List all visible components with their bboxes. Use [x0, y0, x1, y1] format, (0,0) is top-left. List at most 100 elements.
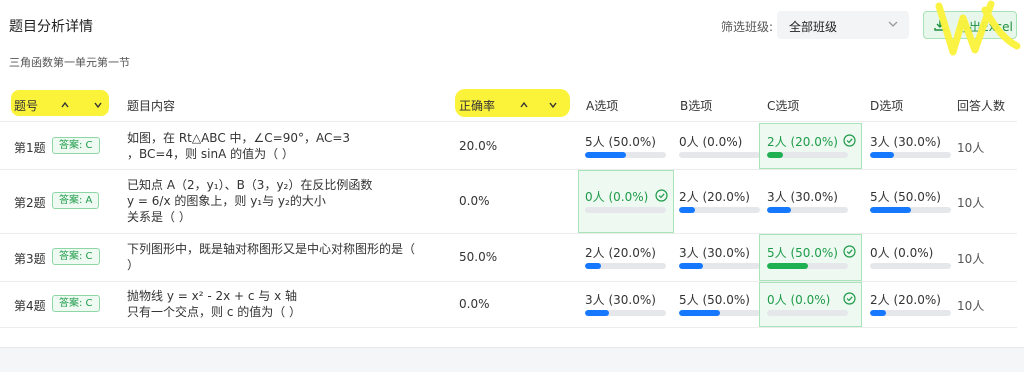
column-header-option-b: B选项: [680, 99, 713, 113]
answer-count: 10人: [957, 196, 985, 210]
progress-fill: [679, 207, 696, 213]
question-content-line: 只有一个交点，则 c 的值为（ ）: [127, 305, 302, 319]
check-circle-icon: [843, 292, 856, 305]
row-divider: [0, 169, 1017, 170]
chevron-down-icon: [888, 21, 898, 27]
check-circle-icon: [655, 189, 668, 202]
answer-badge: 答案: C: [52, 136, 100, 154]
question-content-line: 抛物线 y = x² - 2x + c 与 x 轴: [127, 289, 298, 303]
column-header-option-c: C选项: [767, 99, 800, 113]
column-header-rate[interactable]: 正确率: [459, 97, 495, 114]
option-d-stat: 0人 (0.0%): [870, 246, 934, 260]
chevron-down-icon[interactable]: [548, 100, 558, 110]
option-a-stat: 5人 (50.0%): [585, 134, 656, 149]
option-c-stat: 3人 (30.0%): [767, 190, 838, 204]
progress-fill: [870, 207, 911, 213]
option-c-stat: 0人 (0.0%): [767, 293, 831, 307]
question-number: 第1题: [14, 140, 46, 155]
option-b-progress: [679, 263, 760, 269]
question-number: 第3题: [14, 252, 46, 266]
question-content-line: 已知点 A（2，y₁）、B（3，y₂）在反比例函数: [127, 178, 373, 192]
chevron-up-icon[interactable]: [60, 100, 70, 110]
option-a-progress: [585, 151, 666, 158]
option-b-stat: 5人 (50.0%): [679, 293, 750, 307]
check-circle-icon: [843, 133, 856, 147]
row-divider: [0, 233, 1017, 234]
option-d-stat: 5人 (50.0%): [870, 190, 941, 204]
progress-fill: [767, 207, 792, 213]
question-content: 抛物线 y = x² - 2x + c 与 x 轴只有一个交点，则 c 的值为（…: [127, 288, 301, 320]
option-a-progress: [585, 207, 666, 213]
option-d-progress: [870, 263, 951, 269]
row-divider: [0, 327, 1017, 328]
column-header-option-a: A选项: [586, 99, 619, 113]
question-content-line: y = 6/x 的图象上，则 y₁与 y₂的大小: [127, 194, 326, 208]
option-b-progress: [679, 310, 760, 316]
column-header-answer-count: 回答人数: [957, 99, 1006, 113]
option-c-stat: 2人 (20.0%): [767, 134, 838, 149]
answer-count: 10人: [957, 252, 985, 266]
question-content-line: 关系是（ ）: [127, 210, 191, 224]
question-number: 第4题: [14, 299, 46, 313]
footer-bar: [0, 347, 1024, 372]
question-number: 第2题: [14, 196, 46, 210]
option-b-progress: [679, 151, 760, 158]
correct-rate: 50.0%: [459, 250, 498, 264]
correct-rate: 0.0%: [459, 297, 490, 311]
option-b-stat: 3人 (30.0%): [679, 246, 750, 260]
check-circle-icon: [843, 245, 856, 258]
option-b-progress: [679, 207, 760, 213]
option-b-stat: 0人 (0.0%): [679, 134, 743, 149]
option-d-progress: [870, 207, 951, 213]
correct-rate: 0.0%: [459, 194, 490, 208]
column-header-option-d: D选项: [870, 99, 904, 113]
option-a-stat: 2人 (20.0%): [585, 246, 656, 260]
option-a-progress: [585, 310, 666, 316]
option-a-stat: 3人 (30.0%): [585, 293, 656, 307]
class-filter-label: 筛选班级:: [721, 20, 774, 34]
highlight-scribble-export: [935, 0, 1021, 56]
question-content: 如图，在 Rt△ABC 中，∠C=90°，AC=3 ，BC=4，则 sinA 的值…: [127, 130, 350, 162]
answer-count: 10人: [957, 140, 985, 155]
table-divider: [0, 121, 1017, 122]
option-d-progress: [870, 310, 951, 316]
question-content-line: 下列图形中，既是轴对称图形又是中心对称图形的是（: [127, 242, 416, 256]
option-c-progress: [767, 310, 848, 316]
class-filter-select[interactable]: 全部班级: [777, 11, 909, 39]
progress-fill: [585, 151, 626, 158]
question-content: 已知点 A（2，y₁）、B（3，y₂）在反比例函数 y = 6/x 的图象上，则…: [127, 177, 372, 225]
progress-fill: [870, 151, 895, 158]
progress-fill: [870, 310, 887, 316]
progress-fill: [767, 151, 784, 158]
question-content-line: ）: [127, 258, 140, 272]
option-c-stat: 5人 (50.0%): [767, 246, 838, 260]
question-content-line: 如图，在 Rt△ABC 中，∠C=90°，AC=3: [127, 130, 351, 145]
progress-fill: [767, 263, 808, 269]
option-d-stat: 2人 (20.0%): [870, 293, 941, 307]
correct-rate: 20.0%: [459, 138, 498, 153]
option-d-stat: 3人 (30.0%): [870, 134, 941, 149]
progress-fill: [585, 263, 602, 269]
option-c-progress: [767, 207, 848, 213]
chevron-down-icon[interactable]: [93, 100, 103, 110]
question-content: 下列图形中，既是轴对称图形又是中心对称图形的是（ ）: [127, 241, 415, 273]
option-c-progress: [767, 263, 848, 269]
progress-fill: [679, 263, 704, 269]
progress-fill: [679, 310, 720, 316]
page-subtitle: 三角函数第一单元第一节: [9, 56, 130, 69]
progress-fill: [585, 310, 610, 316]
answer-count: 10人: [957, 299, 985, 313]
option-a-stat: 0人 (0.0%): [585, 190, 649, 204]
option-c-progress: [767, 151, 848, 158]
answer-badge: 答案: A: [52, 192, 100, 209]
class-filter-value: 全部班级: [789, 20, 838, 34]
page-title: 题目分析详情: [9, 19, 93, 35]
row-divider: [0, 281, 1017, 282]
answer-badge: 答案: C: [52, 248, 100, 265]
option-a-progress: [585, 263, 666, 269]
option-b-stat: 2人 (20.0%): [679, 190, 750, 204]
chevron-up-icon[interactable]: [519, 100, 529, 110]
question-content-line: ，BC=4，则 sinA 的值为（ ）: [127, 146, 294, 161]
column-header-content: 题目内容: [127, 99, 176, 113]
column-header-number[interactable]: 题号: [14, 97, 38, 114]
